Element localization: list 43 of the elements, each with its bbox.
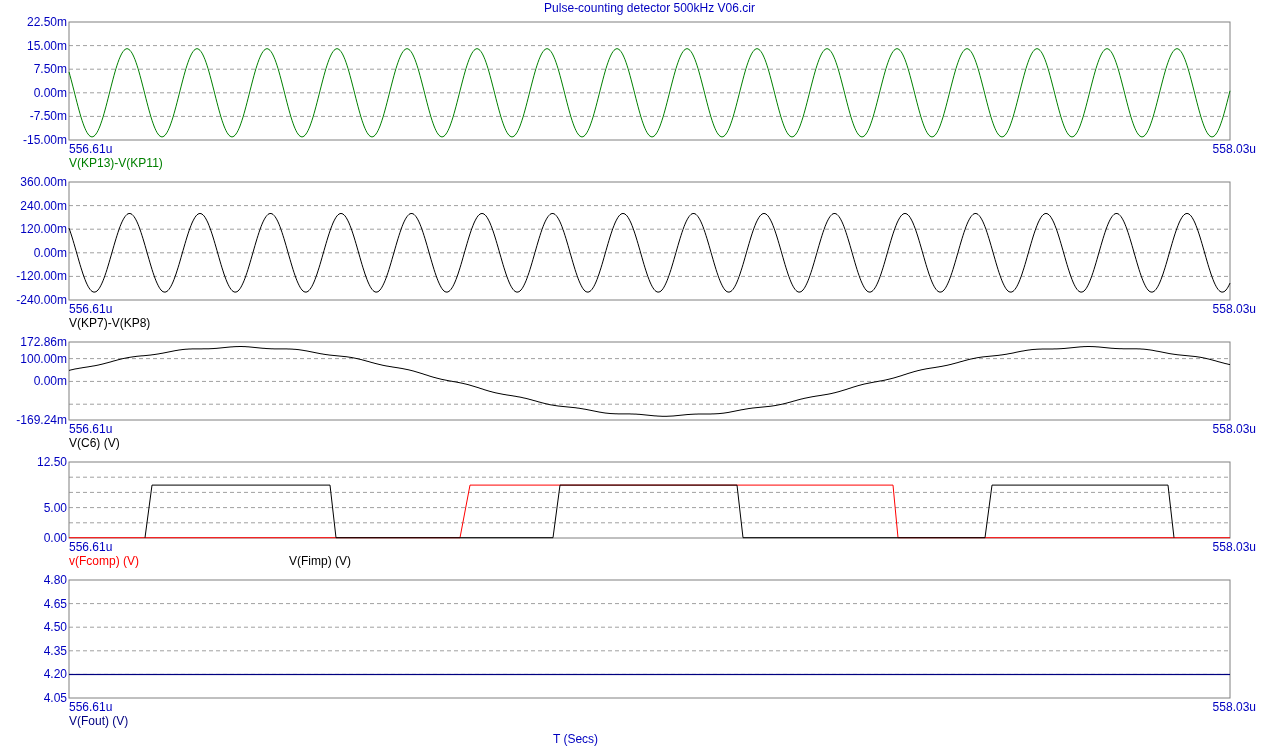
y-tick-label: 240.00m [20, 198, 67, 213]
y-tick-label: 15.00m [26, 38, 67, 53]
x-start-label: 556.61u [69, 302, 113, 316]
y-tick-label: 0.00m [33, 374, 67, 389]
trace-label: V(Fimp) (V) [289, 554, 351, 568]
y-tick-label: -169.24m [16, 413, 67, 426]
x-axis-label: T (Secs) [553, 732, 599, 746]
y-tick-label: -7.50m [29, 109, 67, 124]
y-tick-label: 4.20 [43, 667, 67, 682]
trace-label: V(C6) (V) [69, 436, 120, 450]
x-start-label: 556.61u [69, 422, 113, 436]
y-tick-label: -240.00m [16, 293, 67, 306]
y-tick-label: 12.50 [36, 456, 67, 469]
y-tick-label: 22.50m [26, 16, 67, 29]
y-tick-label: -15.00m [22, 133, 67, 146]
chart-title: Pulse-counting detector 500kHz V06.cir [544, 1, 755, 15]
y-tick-label: -120.00m [16, 269, 67, 284]
trace-label: V(Fout) (V) [69, 714, 129, 728]
x-start-label: 556.61u [69, 540, 113, 554]
trace-label: v(Fcomp) (V) [69, 554, 139, 568]
y-tick-label: 4.50 [43, 620, 67, 635]
y-tick-label: 4.80 [43, 574, 67, 587]
y-tick-label: 4.05 [43, 691, 67, 704]
x-start-label: 556.61u [69, 142, 113, 156]
x-end-label: 558.03u [1212, 142, 1256, 156]
y-tick-label: 0.00 [43, 531, 67, 544]
y-tick-label: 172.86m [20, 336, 67, 349]
x-end-label: 558.03u [1212, 700, 1256, 714]
y-tick-label: 120.00m [20, 222, 67, 237]
x-end-label: 558.03u [1212, 422, 1256, 436]
y-tick-label: 360.00m [20, 176, 67, 189]
x-end-label: 558.03u [1212, 302, 1256, 316]
y-tick-label: 4.65 [43, 596, 67, 611]
y-tick-label: 7.50m [33, 62, 67, 77]
y-tick-label: 5.00 [43, 500, 67, 515]
trace-label: V(KP7)-V(KP8) [69, 316, 151, 330]
x-start-label: 556.61u [69, 700, 113, 714]
trace-label: V(KP13)-V(KP11) [69, 156, 163, 170]
y-tick-label: 0.00m [33, 85, 67, 100]
y-tick-label: 0.00m [33, 245, 67, 260]
x-end-label: 558.03u [1212, 540, 1256, 554]
y-tick-label: 100.00m [20, 351, 67, 366]
y-tick-label: 4.35 [43, 643, 67, 658]
